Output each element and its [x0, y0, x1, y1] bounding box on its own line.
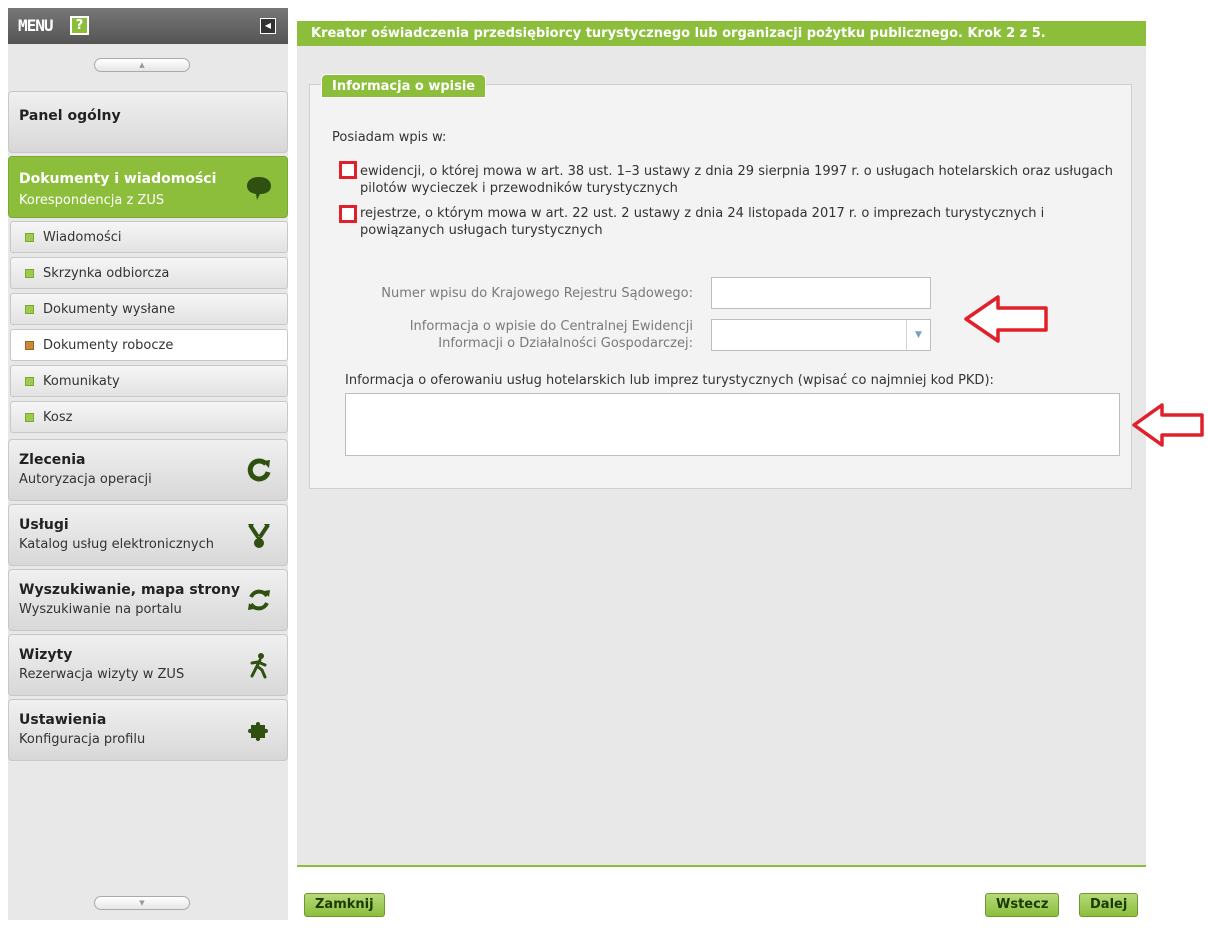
- sidebar-item-panel-general[interactable]: Panel ogólny: [8, 91, 288, 153]
- register-option2-text: rejestrze, o którym mowa w art. 22 ust. …: [360, 206, 1045, 238]
- register-option1-checkbox[interactable]: [339, 161, 357, 179]
- sidebar-subitem-label: Wiadomości: [43, 230, 122, 245]
- bullet-icon: [25, 377, 34, 386]
- register-option2-checkbox[interactable]: [339, 205, 357, 223]
- sidebar-item-sublabel: Katalog usług elektronicznych: [19, 537, 214, 552]
- next-button[interactable]: Dalej: [1079, 893, 1139, 917]
- collapse-menu-icon[interactable]: ◀: [260, 18, 276, 34]
- refresh-icon: [247, 458, 271, 482]
- ceidg-select[interactable]: ▼: [711, 319, 931, 351]
- chevron-down-icon[interactable]: ▼: [906, 320, 930, 350]
- scroll-up-button[interactable]: ▲: [94, 58, 190, 72]
- bullet-icon: [25, 233, 34, 242]
- sidebar-subitem-label: Komunikaty: [43, 374, 120, 389]
- sidebar-item-orders[interactable]: Zlecenia Autoryzacja operacji: [8, 439, 288, 501]
- wizard-panel: Kreator oświadczenia przedsiębiorcy tury…: [297, 21, 1146, 867]
- sidebar-item-sublabel: Autoryzacja operacji: [19, 472, 152, 487]
- sidebar-item-sublabel: Korespondencja z ZUS: [19, 193, 165, 208]
- menu-title: MENU: [18, 16, 54, 35]
- bullet-icon: [25, 341, 34, 350]
- krs-label: Numer wpisu do Krajowego Rejestru Sądowe…: [381, 286, 693, 301]
- sidebar-subitem-notices[interactable]: Komunikaty: [10, 365, 288, 397]
- section-title: Informacja o wpisie: [321, 74, 487, 98]
- bullet-icon: [25, 305, 34, 314]
- speech-bubble-icon: [247, 177, 271, 200]
- sidebar-item-label: Dokumenty i wiadomości: [19, 171, 217, 187]
- close-button[interactable]: Zamknij: [304, 893, 385, 917]
- intro-text: Posiadam wpis w:: [332, 130, 447, 145]
- sidebar-subitem-label: Skrzynka odbiorcza: [43, 266, 170, 281]
- help-icon[interactable]: ?: [70, 16, 89, 35]
- sidebar-item-label: Ustawienia: [19, 712, 107, 728]
- sidebar-subitem-sent[interactable]: Dokumenty wysłane: [10, 293, 288, 325]
- sync-icon: [248, 589, 270, 611]
- sidebar-item-sublabel: Konfiguracja profilu: [19, 732, 146, 747]
- scroll-down-button[interactable]: ▼: [94, 896, 190, 910]
- sidebar-subitem-label: Dokumenty robocze: [43, 338, 174, 353]
- sidebar-item-documents[interactable]: Dokumenty i wiadomości Korespondencja z …: [8, 156, 288, 218]
- sidebar-item-sublabel: Wyszukiwanie na portalu: [19, 602, 182, 617]
- sidebar-item-search[interactable]: Wyszukiwanie, mapa strony Wyszukiwanie n…: [8, 569, 288, 631]
- pkd-textarea[interactable]: [345, 393, 1120, 456]
- services-icon: [248, 523, 270, 548]
- sidebar: MENU ? ◀ ▲ Panel ogólny Dokumenty i wiad…: [8, 8, 288, 920]
- sidebar-subitem-drafts[interactable]: Dokumenty robocze: [10, 329, 288, 361]
- sidebar-subitem-label: Kosz: [43, 410, 73, 425]
- krs-number-input[interactable]: [711, 277, 931, 309]
- ceidg-label: Informacja o wpisie do Centralnej Ewiden…: [409, 319, 693, 351]
- pkd-label: Informacja o oferowaniu usług hotelarski…: [345, 373, 994, 388]
- walking-person-icon: [250, 653, 267, 679]
- register-option1-text: ewidencji, o której mowa w art. 38 ust. …: [360, 164, 1113, 196]
- sidebar-item-sublabel: Rezerwacja wizyty w ZUS: [19, 667, 185, 682]
- menu-header: MENU ? ◀: [8, 8, 288, 44]
- sidebar-subitem-inbox[interactable]: Skrzynka odbiorcza: [10, 257, 288, 289]
- sidebar-subitem-messages[interactable]: Wiadomości: [10, 221, 288, 253]
- arrow-left-icon: [1132, 403, 1204, 447]
- arrow-left-icon: [964, 295, 1048, 343]
- bullet-icon: [25, 269, 34, 278]
- sidebar-item-services[interactable]: Usługi Katalog usług elektronicznych: [8, 504, 288, 566]
- bullet-icon: [25, 413, 34, 422]
- sidebar-item-label: Wizyty: [19, 647, 73, 663]
- sidebar-subitem-label: Dokumenty wysłane: [43, 302, 176, 317]
- wizard-title: Kreator oświadczenia przedsiębiorcy tury…: [297, 21, 1146, 46]
- sidebar-subitem-trash[interactable]: Kosz: [10, 401, 288, 433]
- sidebar-item-label: Usługi: [19, 517, 69, 533]
- sidebar-item-settings[interactable]: Ustawienia Konfiguracja profilu: [8, 699, 288, 761]
- puzzle-icon: [248, 722, 268, 741]
- sidebar-item-visits[interactable]: Wizyty Rezerwacja wizyty w ZUS: [8, 634, 288, 696]
- back-button[interactable]: Wstecz: [985, 893, 1060, 917]
- sidebar-item-label: Panel ogólny: [19, 108, 121, 124]
- sidebar-item-label: Wyszukiwanie, mapa strony: [19, 582, 240, 598]
- sidebar-item-label: Zlecenia: [19, 452, 86, 468]
